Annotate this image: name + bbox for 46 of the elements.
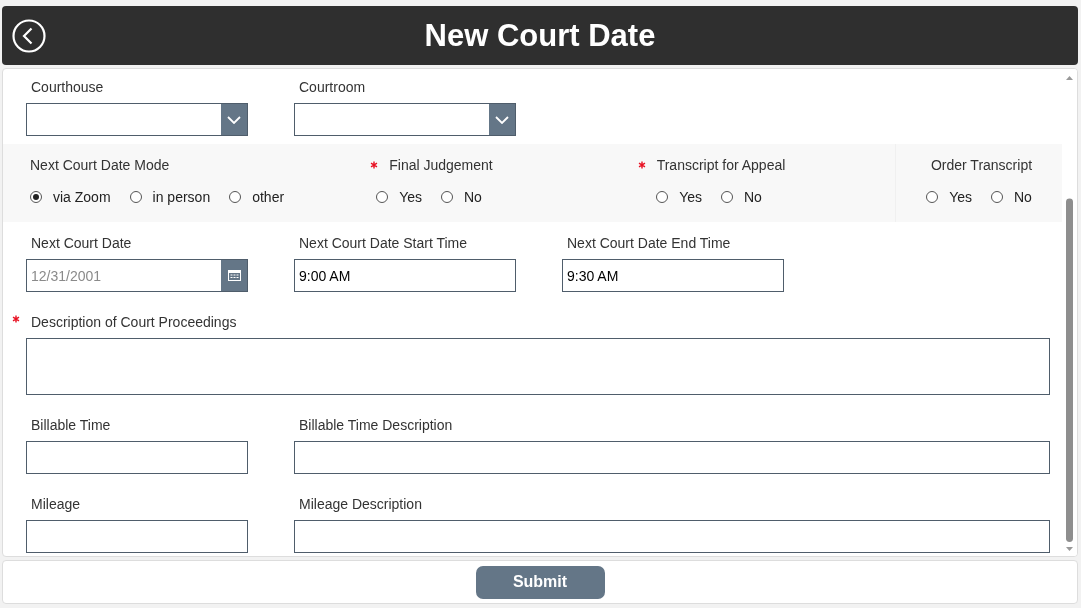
radio-option[interactable]: No — [720, 189, 762, 205]
field-label: Next Court Date Start Time — [299, 235, 468, 251]
radio-option[interactable]: in person — [129, 189, 211, 205]
radio-button[interactable] — [129, 191, 142, 203]
radio-button[interactable] — [720, 191, 733, 203]
radio-option[interactable]: Yes — [926, 189, 972, 205]
field-label: Courthouse — [31, 79, 104, 95]
group-label: Final Judgement — [389, 157, 493, 173]
radio-option[interactable]: other — [229, 189, 285, 205]
radio-button[interactable] — [30, 191, 42, 203]
radio-button[interactable] — [926, 191, 939, 203]
radio-button[interactable] — [376, 191, 389, 203]
field-label: Mileage — [31, 496, 81, 512]
field-label: Billable Time — [31, 417, 111, 433]
back-button[interactable] — [12, 19, 46, 53]
field-label: Courtroom — [299, 79, 366, 95]
description-field[interactable] — [26, 338, 1050, 395]
radio-button[interactable] — [229, 191, 242, 203]
field-label: Description of Court Proceedings — [31, 314, 237, 330]
radio-button[interactable] — [990, 191, 1003, 203]
time-field[interactable]: 9:00 AM — [294, 259, 516, 292]
radio-option[interactable]: Yes — [376, 189, 422, 205]
field-label: Next Court Date — [31, 235, 132, 251]
radio-option[interactable]: No — [440, 189, 482, 205]
dropdown[interactable] — [26, 103, 248, 136]
chevron-down-icon — [227, 115, 241, 124]
group-label: Order Transcript — [930, 157, 1033, 173]
chevron-down-icon — [495, 115, 509, 124]
time-field[interactable]: 9:30 AM — [562, 259, 784, 292]
radio-option[interactable]: via Zoom — [30, 189, 111, 205]
page-title: New Court Date — [424, 17, 656, 54]
field-label: Next Court Date End Time — [567, 235, 731, 251]
text-field[interactable] — [294, 441, 1050, 474]
text-field[interactable] — [294, 520, 1050, 553]
submit-button[interactable]: Submit — [475, 565, 605, 599]
radio-option[interactable]: Yes — [656, 189, 702, 205]
text-field[interactable] — [26, 520, 248, 553]
text-field[interactable] — [26, 441, 248, 474]
group-label: Next Court Date Mode — [30, 157, 170, 173]
field-label: Billable Time Description — [299, 417, 453, 433]
field-label: Mileage Description — [299, 496, 422, 512]
dropdown[interactable] — [294, 103, 516, 136]
group-label: Transcript for Appeal — [656, 157, 786, 173]
radio-button[interactable] — [656, 191, 669, 203]
radio-option[interactable]: No — [990, 189, 1032, 205]
radio-button[interactable] — [440, 191, 453, 203]
